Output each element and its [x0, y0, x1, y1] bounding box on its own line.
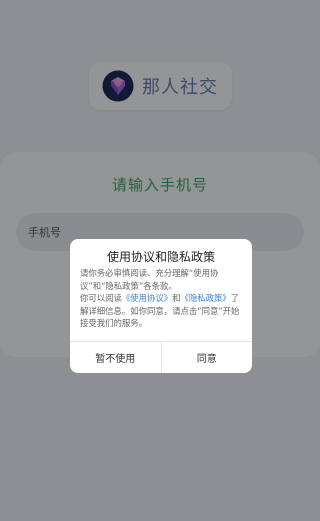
decline-button[interactable]: 暂不使用	[70, 342, 161, 373]
dialog-text-line1: 请你务必审慎阅读、充分理解“使用协议”和“隐私政策”各条款。	[80, 268, 219, 291]
dialog-text-prefix: 你可以阅读	[80, 293, 122, 303]
user-agreement-link[interactable]: 《使用协议》	[122, 293, 172, 303]
accept-button[interactable]: 同意	[160, 342, 253, 373]
dialog-text-and: 和	[172, 293, 181, 303]
dialog-title: 使用协议和隐私政策	[106, 250, 215, 264]
dialog-footer: 暂不使用 同意	[70, 341, 252, 373]
privacy-policy-link[interactable]: 《隐私政策》	[181, 293, 231, 303]
dialog-body: 请你务必审慎阅读、充分理解“使用协议”和“隐私政策”各条款。 你可以阅读《使用协…	[80, 267, 244, 330]
privacy-dialog: 使用协议和隐私政策 请你务必审慎阅读、充分理解“使用协议”和“隐私政策”各条款。…	[70, 239, 252, 373]
dialog-text-line2: 你可以阅读《使用协议》和《隐私政策》了解详细信息。如你同意，请点击“同意”开始接…	[80, 292, 244, 330]
